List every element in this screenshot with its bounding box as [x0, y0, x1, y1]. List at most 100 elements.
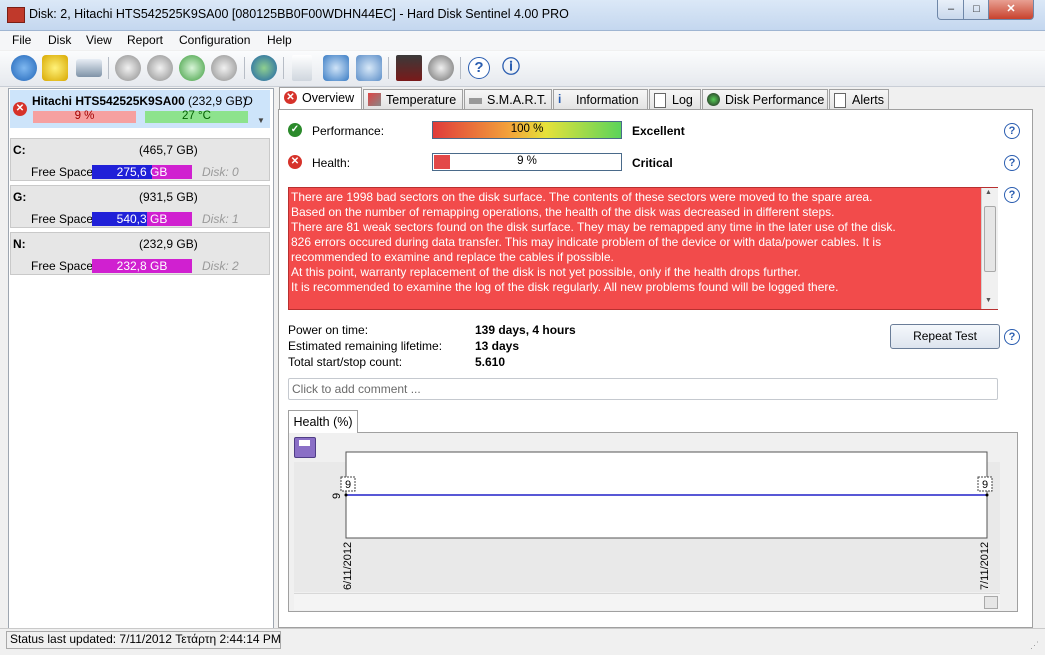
minimize-button[interactable]: –: [937, 0, 965, 20]
menu-configuration[interactable]: Configuration: [179, 33, 250, 47]
help-icon[interactable]: ?: [1004, 155, 1020, 171]
menu-view[interactable]: View: [86, 33, 112, 47]
free-space-label: Free Space: [31, 165, 94, 179]
scroll-up-icon[interactable]: ▲: [985, 189, 992, 196]
toolbar-separator: [283, 57, 284, 79]
disk-index: Disk: 1: [202, 212, 239, 226]
drive-letter: N:: [13, 237, 26, 251]
report-icon[interactable]: [292, 55, 312, 81]
disk-name: Hitachi HTS542525K9SA00: [32, 94, 185, 108]
scroll-thumb[interactable]: [984, 596, 998, 609]
log-icon: [654, 93, 666, 108]
tools-icon[interactable]: [396, 55, 422, 81]
tab-label: Information: [576, 93, 639, 107]
close-button[interactable]: ✕: [988, 0, 1034, 20]
tab-label: S.M.A.R.T.: [487, 93, 547, 107]
tab-smart[interactable]: S.M.A.R.T.: [464, 89, 552, 109]
disk-ok-icon[interactable]: [179, 55, 205, 81]
message-line: recommended to examine and replace the c…: [291, 250, 614, 264]
tab-temperature[interactable]: Temperature: [363, 89, 463, 109]
message-line: At this point, warranty replacement of t…: [291, 265, 801, 279]
alert-icon[interactable]: [42, 55, 68, 81]
chart-scrollbar[interactable]: [294, 593, 1000, 610]
network-icon[interactable]: [356, 55, 382, 81]
message-line: Based on the number of remapping operati…: [291, 205, 835, 219]
help-icon[interactable]: ?: [1004, 187, 1020, 203]
x-tick-label: 6/11/2012: [342, 542, 354, 590]
check-icon: ✓: [288, 123, 302, 137]
lifetime-value: 13 days: [475, 339, 520, 353]
menu-help[interactable]: Help: [267, 33, 292, 47]
info-icon[interactable]: ⓘ: [500, 56, 522, 78]
message-scrollbar[interactable]: ▲ ▼: [981, 188, 998, 309]
disk-temp-value: 27 °C: [182, 110, 211, 122]
scroll-down-icon[interactable]: ▼: [257, 116, 265, 125]
status-text: Status last updated: 7/11/2012 Τετάρτη 2…: [10, 632, 281, 646]
disk-health-value: 9 %: [74, 110, 95, 122]
window-title: Disk: 2, Hitachi HTS542525K9SA00 [080125…: [29, 7, 569, 21]
thermometer-icon: [368, 93, 381, 106]
tab-health-chart[interactable]: Health (%): [288, 410, 358, 433]
disk-suffix: D: [244, 94, 253, 108]
maximize-button[interactable]: □: [963, 0, 990, 20]
disk-test-icon[interactable]: [147, 55, 173, 81]
start-stop-label: Total start/stop count:: [288, 355, 403, 369]
repeat-test-button[interactable]: Repeat Test: [890, 324, 1000, 349]
drive-size: (465,7 GB): [139, 143, 198, 157]
menu-file[interactable]: File: [12, 33, 31, 47]
data-label-text: 9: [982, 479, 988, 491]
free-space-label: Free Space: [31, 212, 94, 226]
disk-index: Disk: 2: [202, 259, 239, 273]
y-tick-label: 9: [331, 493, 343, 499]
disk-drive-icon[interactable]: [76, 59, 102, 77]
scroll-down-icon[interactable]: ▼: [985, 297, 992, 304]
toolbar-separator: [108, 57, 109, 79]
disk-size: (232,9 GB): [188, 94, 247, 108]
power-on-label: Power on time:: [288, 323, 369, 337]
power-on-value: 139 days, 4 hours: [475, 323, 576, 337]
error-icon: ✕: [284, 91, 297, 104]
start-stop-value: 5.610: [475, 355, 506, 369]
error-icon: ✕: [288, 155, 302, 169]
disk-check-icon[interactable]: [115, 55, 141, 81]
message-line: It is recommended to examine the log of …: [291, 280, 839, 294]
refresh-icon[interactable]: [11, 55, 37, 81]
help-icon[interactable]: ?: [468, 57, 490, 79]
alerts-icon: [834, 93, 846, 108]
tab-log[interactable]: Log: [649, 89, 701, 109]
internet-update-icon[interactable]: [251, 55, 277, 81]
free-space-bar: 232,8 GB: [92, 259, 192, 273]
resize-grip-icon[interactable]: ⋰: [1030, 640, 1039, 651]
x-tick-label: 7/11/2012: [979, 542, 991, 590]
tab-label: Overview: [302, 91, 355, 105]
drive-size: (931,5 GB): [139, 190, 198, 204]
data-label: 9: [977, 476, 993, 492]
performance-status: Excellent: [632, 124, 685, 138]
data-label: 9: [340, 476, 356, 492]
drive-letter: G:: [13, 190, 27, 204]
performance-label: Performance:: [312, 124, 385, 138]
free-space-label: Free Space: [31, 259, 94, 273]
drive-letter: C:: [13, 143, 26, 157]
comment-placeholder: Click to add comment ...: [292, 382, 421, 396]
tab-disk-performance[interactable]: Disk Performance: [702, 89, 828, 109]
menu-report[interactable]: Report: [127, 33, 163, 47]
drive-size: (232,9 GB): [139, 237, 198, 251]
disk-index: Disk: 0: [202, 165, 239, 179]
free-space-bar: 540,3 GB: [92, 212, 192, 226]
sound-icon[interactable]: [428, 55, 454, 81]
help-icon[interactable]: ?: [1004, 329, 1020, 345]
send-report-icon[interactable]: [323, 55, 349, 81]
lifetime-label: Estimated remaining lifetime:: [288, 339, 443, 353]
message-line: There are 81 weak sectors found on the d…: [291, 220, 896, 234]
tab-information[interactable]: i Information: [553, 89, 648, 109]
tab-alerts[interactable]: Alerts: [829, 89, 889, 109]
tab-overview[interactable]: ✕ Overview: [279, 87, 362, 109]
disk-repair-icon[interactable]: [211, 55, 237, 81]
toolbar-separator: [244, 57, 245, 79]
menu-disk[interactable]: Disk: [48, 33, 71, 47]
message-line: 826 errors occured during data transfer.…: [291, 235, 882, 249]
scroll-thumb[interactable]: [984, 206, 996, 272]
help-icon[interactable]: ?: [1004, 123, 1020, 139]
tab-label: Alerts: [852, 93, 884, 107]
